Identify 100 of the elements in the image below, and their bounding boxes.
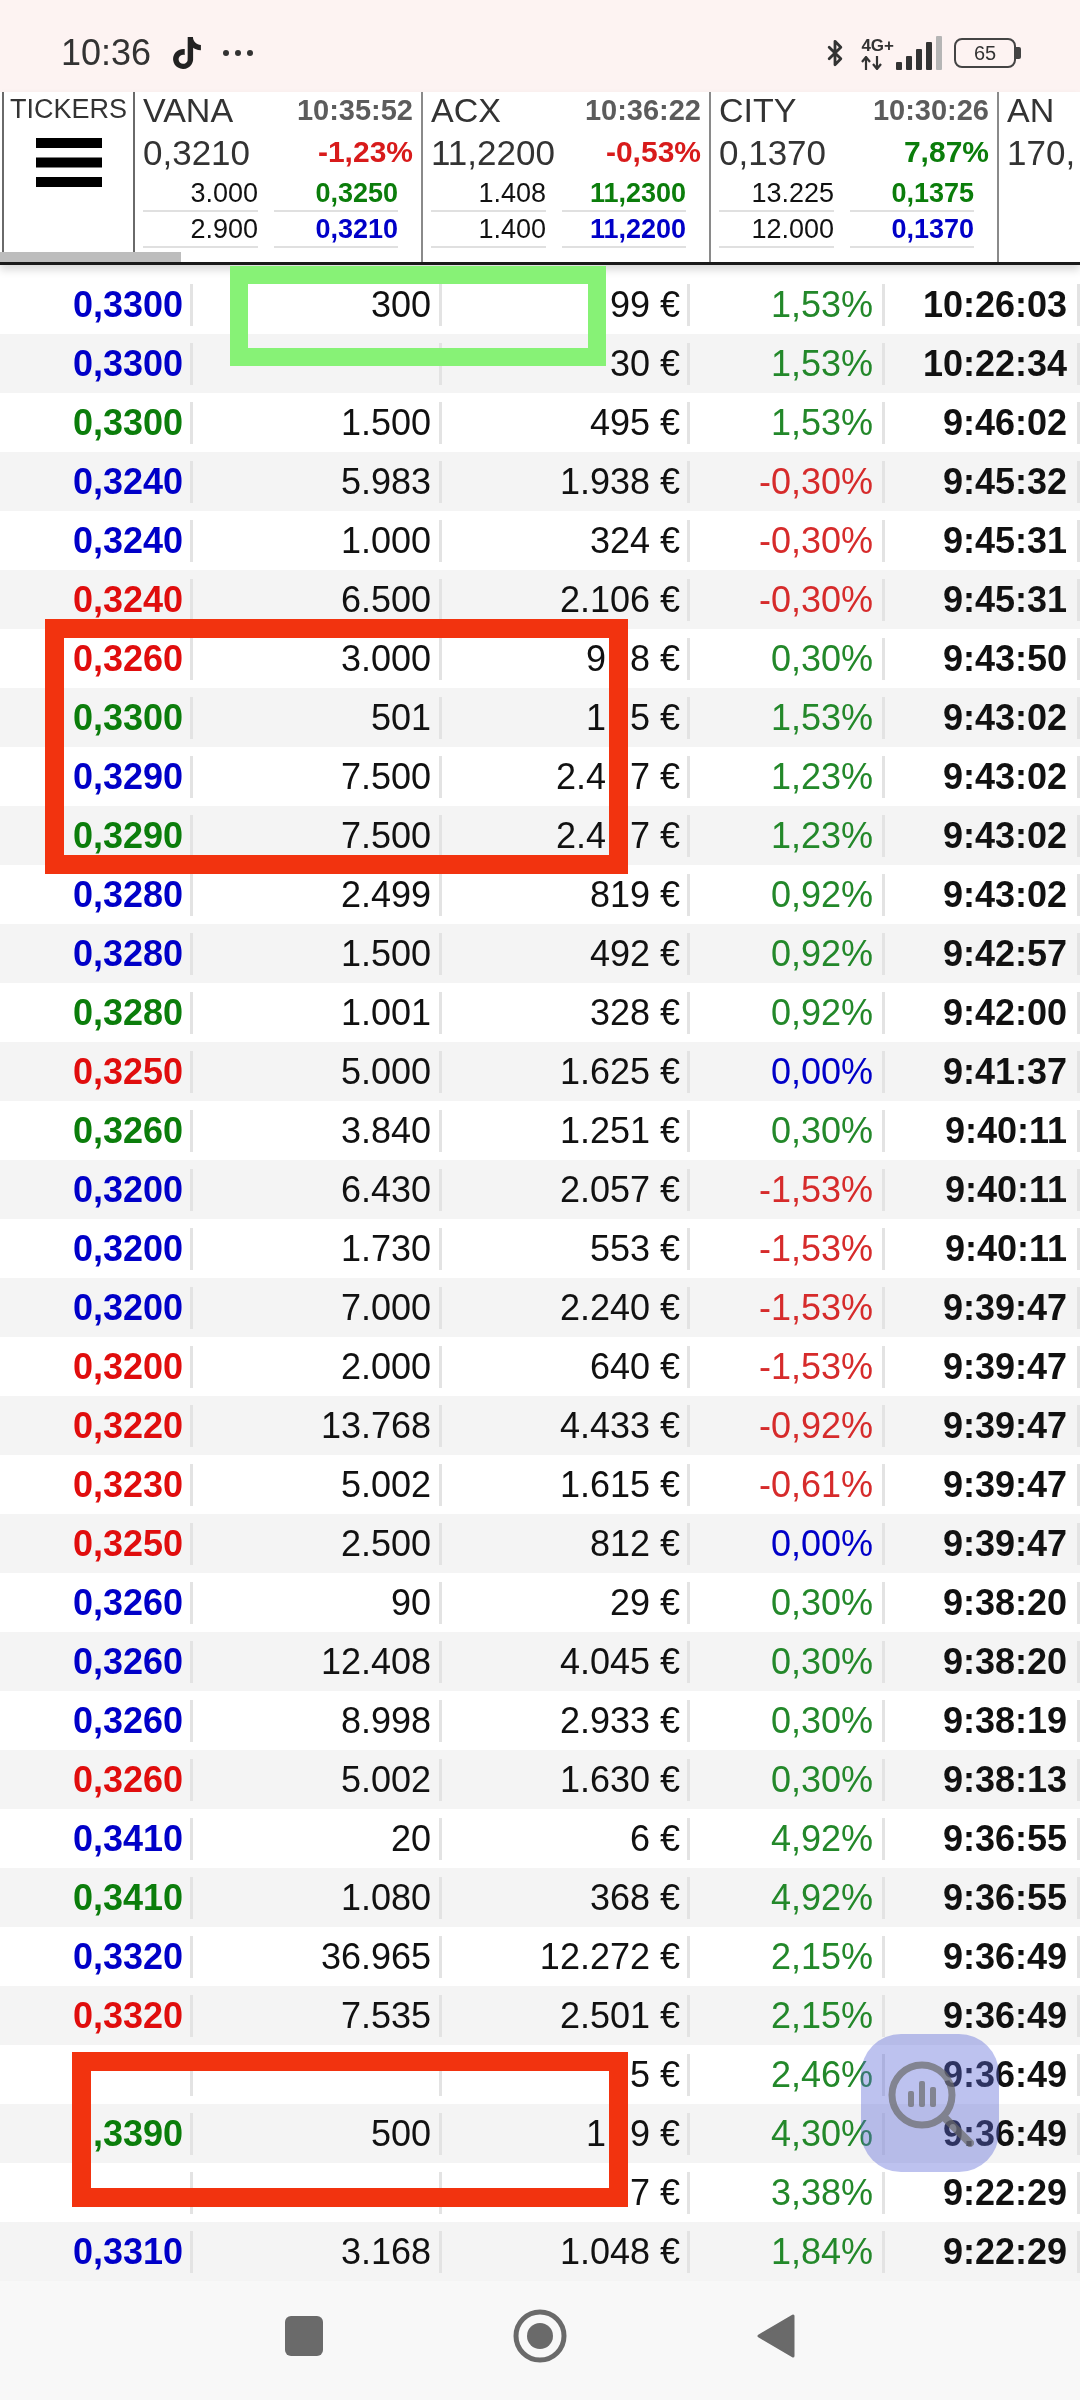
price-cell-text: 0,3200 — [71, 1230, 184, 1267]
ticker-time: 10:30:26 — [872, 95, 989, 125]
price-cell-text: 0,3220 — [71, 1407, 184, 1444]
battery-indicator: 65 — [954, 38, 1021, 68]
amount-cell-text: 7 € — [628, 2174, 681, 2211]
ticker-card[interactable]: CITY 10:30:26 0,1370 7,87% 13.225 0,1375 12.000 0,1370 — [711, 92, 999, 262]
ticker-change: -1,23% — [317, 137, 413, 167]
time-cell-text: 9:45:31 — [941, 522, 1068, 559]
price-cell-text: 0,3280 — [71, 876, 184, 913]
amount-text: 8 € — [629, 640, 680, 677]
time-cell-text: 9:43:02 — [941, 758, 1068, 795]
quantity-cell-text: 5.983 — [339, 463, 432, 500]
price-cell-text: 0,3300 — [71, 699, 184, 736]
price-cell-text: 0,3260 — [71, 1112, 184, 1149]
amount-text: 7 € — [629, 817, 680, 854]
ticker-price: 0,3210 — [143, 134, 251, 170]
price-cell-text: 0,3280 — [71, 994, 184, 1031]
amount-cell-text: 1.251 € — [558, 1112, 681, 1149]
time-cell-text: 9:39:47 — [941, 1466, 1068, 1503]
change-cell-text: 1,84% — [769, 2233, 874, 2270]
time-cell-text: 9:39:47 — [941, 1407, 1068, 1444]
time-cell-text: 10:26:03 — [921, 286, 1068, 323]
quantity-cell-text: 500 — [369, 2115, 432, 2152]
depth-price: 0,3250 — [274, 176, 398, 212]
change-cell-text: -0,92% — [757, 1407, 874, 1444]
time-cell-text: 9:41:37 — [941, 1053, 1068, 1090]
quantity-cell-text: 1.500 — [339, 404, 432, 441]
quantity-cell-text: 5.002 — [339, 1466, 432, 1503]
price-cell-text: 0,3250 — [71, 1525, 184, 1562]
ticker-price: 170, — [1007, 134, 1076, 170]
change-cell-text: 0,92% — [769, 935, 874, 972]
change-cell-text: 0,30% — [769, 1584, 874, 1621]
amount-cell-text: 2.933 € — [558, 1702, 681, 1739]
amount-cell-text: 99 € — [608, 286, 681, 323]
time-cell-text: 9:36:49 — [941, 2115, 1068, 2152]
amount-cell-text: 1.630 € — [558, 1761, 681, 1798]
price-cell-text: 0,3240 — [71, 522, 184, 559]
quantity-cell-text: 6.500 — [339, 581, 432, 618]
change-cell-text: 0,92% — [769, 876, 874, 913]
depth-quantity: 12.000 — [719, 212, 834, 248]
amount-text: 7 € — [629, 758, 680, 795]
ticker-price: 11,2200 — [431, 134, 555, 170]
recents-icon[interactable] — [285, 2315, 323, 2356]
change-cell-text: -1,53% — [757, 1348, 874, 1385]
depth-quantity: 1.400 — [431, 212, 546, 248]
ticker-symbol: VANA — [143, 93, 234, 127]
change-cell-text: 0,00% — [769, 1525, 874, 1562]
price-cell-text: 0,3410 — [71, 1879, 184, 1916]
amount-cell-text: 324 € — [588, 522, 681, 559]
amount-cell-text: 1.048 € — [558, 2233, 681, 2270]
menu-icon[interactable] — [35, 138, 102, 187]
clock-time: 10:36 — [61, 35, 152, 71]
price-cell-text: 0,3200 — [71, 1289, 184, 1326]
data-arrows-icon — [861, 56, 884, 70]
ticker-time: 10:36:22 — [584, 95, 701, 125]
change-cell-text: -0,30% — [757, 522, 874, 559]
quantity-cell-text: 1.500 — [339, 935, 432, 972]
time-cell-text: 9:40:11 — [943, 1171, 1068, 1208]
amount-cell-text: 5 € — [628, 2056, 681, 2093]
amount-text: 1 — [585, 699, 606, 736]
price-cell-text: 0,3410 — [71, 1820, 184, 1857]
price-cell-text: 0,3320 — [71, 1997, 184, 2034]
change-cell-text: 4,30% — [769, 2115, 874, 2152]
amount-cell-text: 30 € — [608, 345, 681, 382]
ticker-price: 0,1370 — [719, 134, 827, 170]
change-cell-text: 3,38% — [769, 2174, 874, 2211]
ticker-card[interactable]: ACX 10:36:22 11,2200 -0,53% 1.408 11,2300 1.400 11,2200 — [423, 92, 711, 262]
time-cell-text: 9:36:49 — [941, 1938, 1068, 1975]
amount-cell-text: 6 € — [628, 1820, 681, 1857]
amount-cell-text: 1.615 € — [558, 1466, 681, 1503]
price-cell-text: 0,3240 — [71, 581, 184, 618]
change-cell-text: 0,30% — [769, 1761, 874, 1798]
time-cell-text: 9:45:32 — [941, 463, 1068, 500]
quantity-cell-text: 6.430 — [339, 1171, 432, 1208]
amount-cell-text: 2.106 € — [558, 581, 681, 618]
amount-cell-text: 368 € — [588, 1879, 681, 1916]
ticker-symbol: ACX — [431, 93, 501, 127]
home-icon[interactable] — [513, 2308, 567, 2363]
change-cell-text: 1,53% — [769, 286, 874, 323]
price-cell-text: 0,3260 — [71, 640, 184, 677]
amount-text: 9 — [585, 640, 606, 677]
ticker-card[interactable]: AN 170, — [999, 92, 1080, 262]
amount-text: 2.4 — [555, 758, 606, 795]
amount-cell-text: 2.057 € — [558, 1171, 681, 1208]
amount-cell-text: 492 € — [588, 935, 681, 972]
time-cell-text: 9:38:13 — [941, 1761, 1068, 1798]
time-cell-text: 9:40:11 — [943, 1230, 1068, 1267]
quantity-cell-text: 2.500 — [339, 1525, 432, 1562]
quantity-cell-text: 90 — [389, 1584, 432, 1621]
depth-quantity: 1.408 — [431, 176, 546, 212]
time-cell-text: 9:39:47 — [941, 1289, 1068, 1326]
back-icon[interactable] — [757, 2313, 795, 2358]
time-cell-text: 9:43:02 — [941, 876, 1068, 913]
quantity-cell-text: 7.500 — [339, 758, 432, 795]
quantity-cell-text: 8.998 — [339, 1702, 432, 1739]
time-cell-text: 9:38:20 — [941, 1643, 1068, 1680]
price-cell-text: 0,3300 — [71, 404, 184, 441]
amount-text: 9 € — [629, 2115, 680, 2152]
quantity-cell-text: 501 — [369, 699, 432, 736]
quantity-cell-text: 1.001 — [339, 994, 432, 1031]
